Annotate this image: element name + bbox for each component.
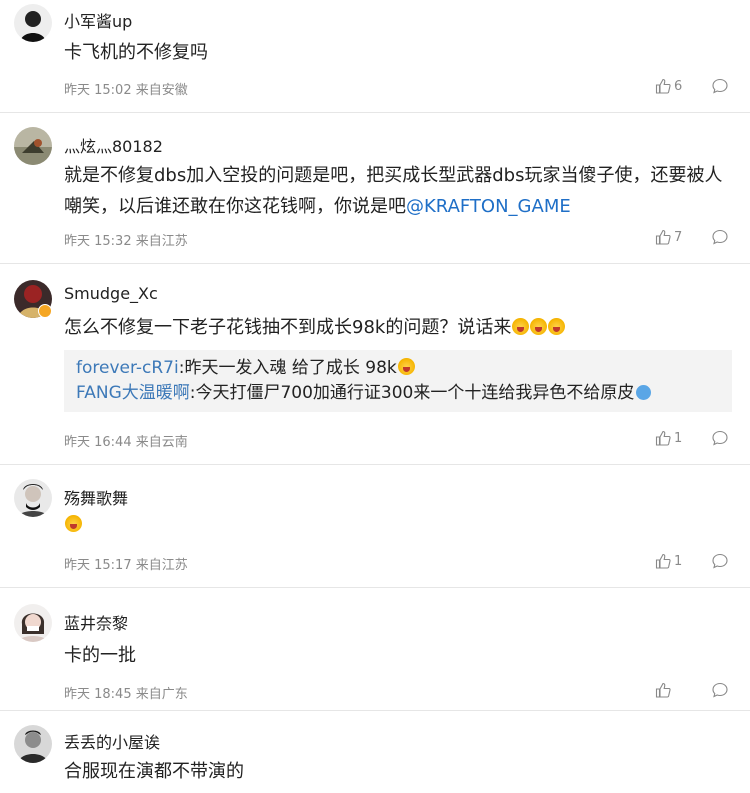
comment-actions: 1 (655, 430, 728, 446)
reply-text: :昨天一发入魂 给了成长 98k (178, 358, 397, 378)
avatar[interactable] (14, 479, 52, 517)
comment-actions: 6 (655, 78, 728, 94)
comment-item: Smudge_Xc 怎么不修复一下老子花钱抽不到成长98k的问题？说话来 for… (0, 264, 750, 465)
comment-source: 来自云南 (135, 435, 188, 450)
comment-item: 小军酱up 卡飞机的不修复吗 昨天 15:02 来自安徽 6 (0, 0, 750, 113)
avatar[interactable] (14, 725, 52, 763)
comment-item: 丢丢的小屋诶 合服现在演都不带演的 (0, 711, 750, 793)
comment-time: 昨天 15:02 (64, 83, 132, 98)
comment-meta: 昨天 15:32 来自江苏 (64, 230, 188, 249)
comment-meta: 昨天 15:17 来自江苏 (64, 554, 188, 573)
comment-item: 蓝井奈黎 卡的一批 昨天 18:45 来自广东 (0, 588, 750, 711)
reply-button[interactable] (712, 553, 728, 569)
avatar[interactable] (14, 604, 52, 642)
laughing-emoji-icon (397, 358, 415, 375)
like-button[interactable]: 6 (655, 78, 684, 94)
comment-text: 卡飞机的不修复吗 (64, 42, 208, 63)
comment-text-body: 怎么不修复一下老子花钱抽不到成长98k的问题？说话来 (64, 317, 512, 338)
comment-time: 昨天 15:17 (64, 558, 132, 573)
reply-button[interactable] (712, 229, 728, 245)
comment-time: 昨天 18:45 (64, 687, 132, 702)
comment-item: 殇舞歌舞 昨天 15:17 来自江苏 1 (0, 465, 750, 588)
thumbs-up-icon (655, 229, 671, 245)
doraemon-emoji-icon (636, 385, 652, 400)
comment-bubble-icon (712, 229, 728, 245)
like-button[interactable]: 1 (655, 430, 684, 446)
reply-list: forever-cR7i:昨天一发入魂 给了成长 98k FANG大温暖啊:今天… (64, 350, 732, 412)
comment-source: 来自广东 (135, 687, 188, 702)
comment-bubble-icon (712, 682, 728, 698)
like-count: 6 (674, 78, 683, 94)
comment-meta: 昨天 18:45 来自广东 (64, 683, 188, 702)
username[interactable]: ‪灬炫灬80182 (64, 133, 163, 157)
thumbs-up-icon (655, 682, 671, 698)
comment-source: 来自江苏 (135, 558, 188, 573)
like-count: 7 (674, 229, 683, 245)
comment-meta: 昨天 16:44 来自云南 (64, 431, 188, 450)
comment-bubble-icon (712, 430, 728, 446)
thumbs-up-icon (655, 553, 671, 569)
reply-author[interactable]: FANG大温暖啊 (76, 383, 190, 403)
avatar[interactable] (14, 4, 52, 42)
like-count: 1 (674, 553, 683, 569)
comment-text: 卡的一批 (64, 645, 136, 666)
reply-button[interactable] (712, 682, 728, 698)
comment-time: 昨天 15:32 (64, 234, 132, 249)
thumbs-up-icon (655, 430, 671, 446)
verified-badge-icon (38, 304, 52, 318)
sub-reply: forever-cR7i:昨天一发入魂 给了成长 98k (76, 356, 720, 381)
username[interactable]: 丢丢的小屋诶 (64, 729, 160, 753)
username[interactable]: 殇舞歌舞 (64, 485, 128, 509)
username[interactable]: Smudge_Xc (64, 284, 158, 303)
comment-text: 就是不修复dbs加入空投的问题是吧，把买成长型武器dbs玩家当傻子使，还要被人嘲… (64, 160, 730, 222)
crying-emoji-icon (65, 515, 82, 532)
comment-time: 昨天 16:44 (64, 435, 132, 450)
comment-meta: 昨天 15:02 来自安徽 (64, 79, 188, 98)
mention-link[interactable]: @KRAFTON_GAME (406, 196, 571, 217)
comment-source: 来自江苏 (135, 234, 188, 249)
crying-emoji-icon (512, 318, 530, 335)
like-button[interactable] (655, 682, 684, 698)
crying-emoji-icon (530, 318, 548, 335)
like-count: 1 (674, 430, 683, 446)
sub-reply: FANG大温暖啊:今天打僵尸700加通行证300来一个十连给我异色不给原皮 (76, 381, 720, 406)
comment-bubble-icon (712, 78, 728, 94)
thumbs-up-icon (655, 78, 671, 94)
comment-bubble-icon (712, 553, 728, 569)
crying-emoji-icon (548, 318, 566, 335)
comment-item: ‪灬炫灬80182 就是不修复dbs加入空投的问题是吧，把买成长型武器dbs玩家… (0, 113, 750, 264)
username[interactable]: 蓝井奈黎 (64, 610, 128, 634)
reply-text: :今天打僵尸700加通行证300来一个十连给我异色不给原皮 (189, 383, 635, 403)
like-button[interactable]: 1 (655, 553, 684, 569)
reply-button[interactable] (712, 78, 728, 94)
like-button[interactable]: 7 (655, 229, 684, 245)
username[interactable]: 小军酱up (64, 8, 132, 32)
comment-source: 来自安徽 (135, 83, 188, 98)
comment-text (64, 509, 730, 540)
reply-author[interactable]: forever-cR7i (76, 358, 179, 378)
comment-actions: 7 (655, 229, 728, 245)
comment-actions (655, 682, 728, 698)
comment-text-body: 就是不修复dbs加入空投的问题是吧，把买成长型武器dbs玩家当傻子使，还要被人嘲… (64, 165, 723, 217)
comment-text: 怎么不修复一下老子花钱抽不到成长98k的问题？说话来 (64, 312, 730, 343)
comment-text: 合服现在演都不带演的 (64, 761, 244, 782)
avatar[interactable] (14, 127, 52, 165)
comment-actions: 1 (655, 553, 728, 569)
reply-button[interactable] (712, 430, 728, 446)
